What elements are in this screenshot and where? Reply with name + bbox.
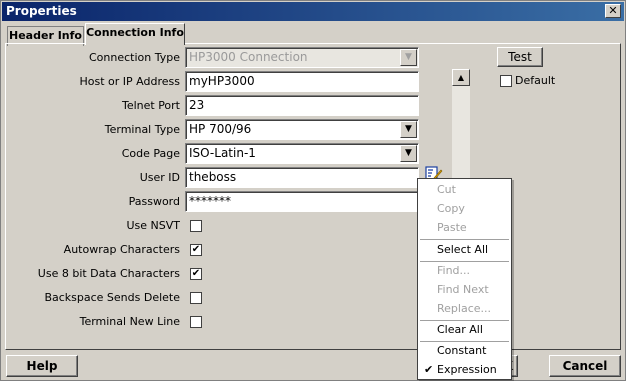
- menu-item-constant[interactable]: Constant: [418, 341, 511, 360]
- code-page-select[interactable]: ISO-Latin-1 ▼: [185, 143, 419, 164]
- context-menu: Cut Copy Paste Select All Find... Find N…: [417, 178, 512, 380]
- window-title: Properties: [6, 4, 77, 18]
- scrollbar[interactable]: ▲: [452, 69, 470, 179]
- cancel-button[interactable]: Cancel: [549, 355, 621, 377]
- connection-type-label: Connection Type: [88, 51, 180, 64]
- password-label: Password: [128, 195, 180, 208]
- help-button[interactable]: Help: [6, 355, 78, 377]
- default-label: Default: [515, 74, 556, 87]
- telnet-port-input[interactable]: 23: [185, 95, 419, 116]
- menu-item-expression[interactable]: ✔ Expression: [418, 360, 511, 379]
- use8bit-checkbox[interactable]: ✔: [190, 268, 202, 280]
- code-page-value: ISO-Latin-1: [189, 146, 256, 160]
- backspace-checkbox[interactable]: [190, 292, 202, 304]
- chevron-down-icon[interactable]: ▼: [400, 145, 417, 162]
- menu-item-find[interactable]: Find...: [418, 261, 511, 280]
- menu-item-cut[interactable]: Cut: [418, 180, 511, 199]
- check-icon: ✔: [424, 363, 434, 376]
- default-checkbox[interactable]: [500, 75, 512, 87]
- backspace-label: Backspace Sends Delete: [44, 291, 180, 304]
- host-label: Host or IP Address: [79, 75, 180, 88]
- terminal-type-label: Terminal Type: [104, 123, 180, 136]
- title-bar: Properties ✕: [2, 2, 624, 21]
- chevron-down-icon: ▼: [400, 49, 417, 66]
- chevron-down-icon[interactable]: ▼: [400, 121, 417, 138]
- user-id-input[interactable]: theboss: [185, 167, 419, 188]
- host-input[interactable]: myHP3000: [185, 71, 419, 92]
- use8bit-label: Use 8 bit Data Characters: [37, 267, 180, 280]
- code-page-label: Code Page: [121, 147, 180, 160]
- password-input[interactable]: *******: [185, 191, 419, 212]
- test-button[interactable]: Test: [497, 47, 543, 67]
- use-nsvt-checkbox[interactable]: [190, 220, 202, 232]
- menu-item-paste[interactable]: Paste: [418, 218, 511, 237]
- close-icon[interactable]: ✕: [605, 4, 621, 18]
- scroll-up-icon[interactable]: ▲: [452, 69, 470, 86]
- user-id-label: User ID: [139, 171, 180, 184]
- menu-item-expression-label: Expression: [437, 363, 497, 376]
- menu-item-find-next[interactable]: Find Next: [418, 280, 511, 299]
- menu-item-replace[interactable]: Replace...: [418, 299, 511, 318]
- autowrap-checkbox[interactable]: ✔: [190, 244, 202, 256]
- terminal-newline-checkbox[interactable]: [190, 316, 202, 328]
- connection-type-select[interactable]: HP3000 Connection ▼: [185, 47, 419, 68]
- menu-item-copy[interactable]: Copy: [418, 199, 511, 218]
- properties-dialog: Properties ✕ Header Info Connection Info…: [0, 0, 626, 381]
- terminal-newline-label: Terminal New Line: [79, 315, 180, 328]
- menu-item-select-all[interactable]: Select All: [418, 240, 511, 259]
- use-nsvt-label: Use NSVT: [126, 219, 180, 232]
- telnet-port-label: Telnet Port: [121, 99, 180, 112]
- autowrap-label: Autowrap Characters: [63, 243, 180, 256]
- terminal-type-value: HP 700/96: [189, 122, 252, 136]
- connection-type-value: HP3000 Connection: [189, 50, 308, 64]
- terminal-type-select[interactable]: HP 700/96 ▼: [185, 119, 419, 140]
- menu-item-clear-all[interactable]: Clear All: [418, 320, 511, 339]
- tab-connection-info[interactable]: Connection Info: [85, 23, 185, 45]
